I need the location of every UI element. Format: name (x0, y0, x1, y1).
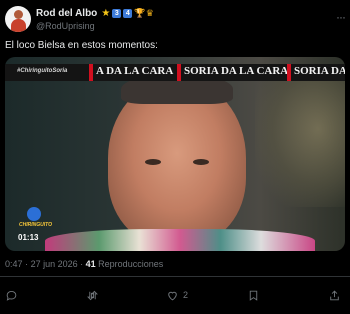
tweet-header: Rod del Albo ★ 3 4 🏆 ♛ @RodUprising ··· (5, 6, 346, 34)
reply-icon (6, 290, 17, 301)
ticker-separator (89, 64, 93, 81)
person-shirt (45, 229, 315, 251)
video-player[interactable]: #ChiringuitoSoria A DA LA CARA SORIA DA … (5, 57, 345, 251)
heart-icon (168, 291, 177, 300)
bookmark-icon (249, 290, 258, 301)
display-name[interactable]: Rod del Albo (36, 8, 97, 19)
reply-button[interactable] (5, 285, 22, 305)
author-info: Rod del Albo ★ 3 4 🏆 ♛ @RodUprising (36, 7, 156, 31)
news-ticker: #ChiringuitoSoria A DA LA CARA SORIA DA … (5, 64, 345, 81)
person-right-eye (193, 159, 209, 165)
views-label: Reproducciones (98, 259, 164, 269)
ticker-hashtag: #ChiringuitoSoria (17, 68, 68, 74)
video-timecode: 01:13 (18, 233, 39, 242)
avatar[interactable] (5, 6, 31, 32)
author-handle[interactable]: @RodUprising (36, 21, 156, 31)
like-button[interactable]: 2 (166, 285, 188, 305)
number-3-icon: 3 (112, 9, 122, 18)
action-bar: 2 (0, 285, 350, 305)
display-name-row: Rod del Albo ★ 3 4 🏆 ♛ (36, 7, 156, 20)
number-4-icon: 4 (123, 9, 133, 18)
tweet-date[interactable]: 27 jun 2026 (31, 259, 78, 269)
trophy-icon: 🏆 (134, 8, 146, 18)
tweet-time[interactable]: 0:47 (5, 259, 23, 269)
channel-logo-text: CHIRINGUITO (19, 222, 52, 228)
ticker-item: SORIA DA LA CARA (184, 65, 289, 77)
bookmark-button[interactable] (247, 285, 264, 305)
retweet-button[interactable] (86, 285, 103, 305)
retweet-icon (87, 290, 98, 300)
ticker-separator (287, 64, 291, 81)
channel-logo-badge (27, 207, 41, 221)
ticker-separator (177, 64, 181, 81)
more-options-icon[interactable]: ··· (336, 10, 346, 24)
like-count: 2 (183, 290, 189, 300)
tweet-text: El loco Bielsa en estos momentos: (5, 40, 158, 51)
crown-icon: ♛ (145, 8, 154, 18)
tweet-meta: 0:47 · 27 jun 2026 · 41 Reproducciones (5, 259, 163, 269)
share-button[interactable] (328, 285, 345, 305)
ticker-item: SORIA DA (294, 65, 345, 77)
views-count: 41 (85, 259, 96, 269)
avatar-body-shape (11, 19, 26, 32)
person-left-eye (145, 159, 161, 165)
divider (0, 276, 350, 277)
star-icon: ★ (101, 8, 111, 19)
ticker-item: A DA LA CARA (96, 65, 174, 77)
avatar-head-shape (14, 10, 23, 19)
meta-separator: · (25, 259, 29, 269)
meta-separator: · (80, 259, 84, 269)
share-icon (330, 290, 339, 300)
studio-background (255, 77, 345, 207)
